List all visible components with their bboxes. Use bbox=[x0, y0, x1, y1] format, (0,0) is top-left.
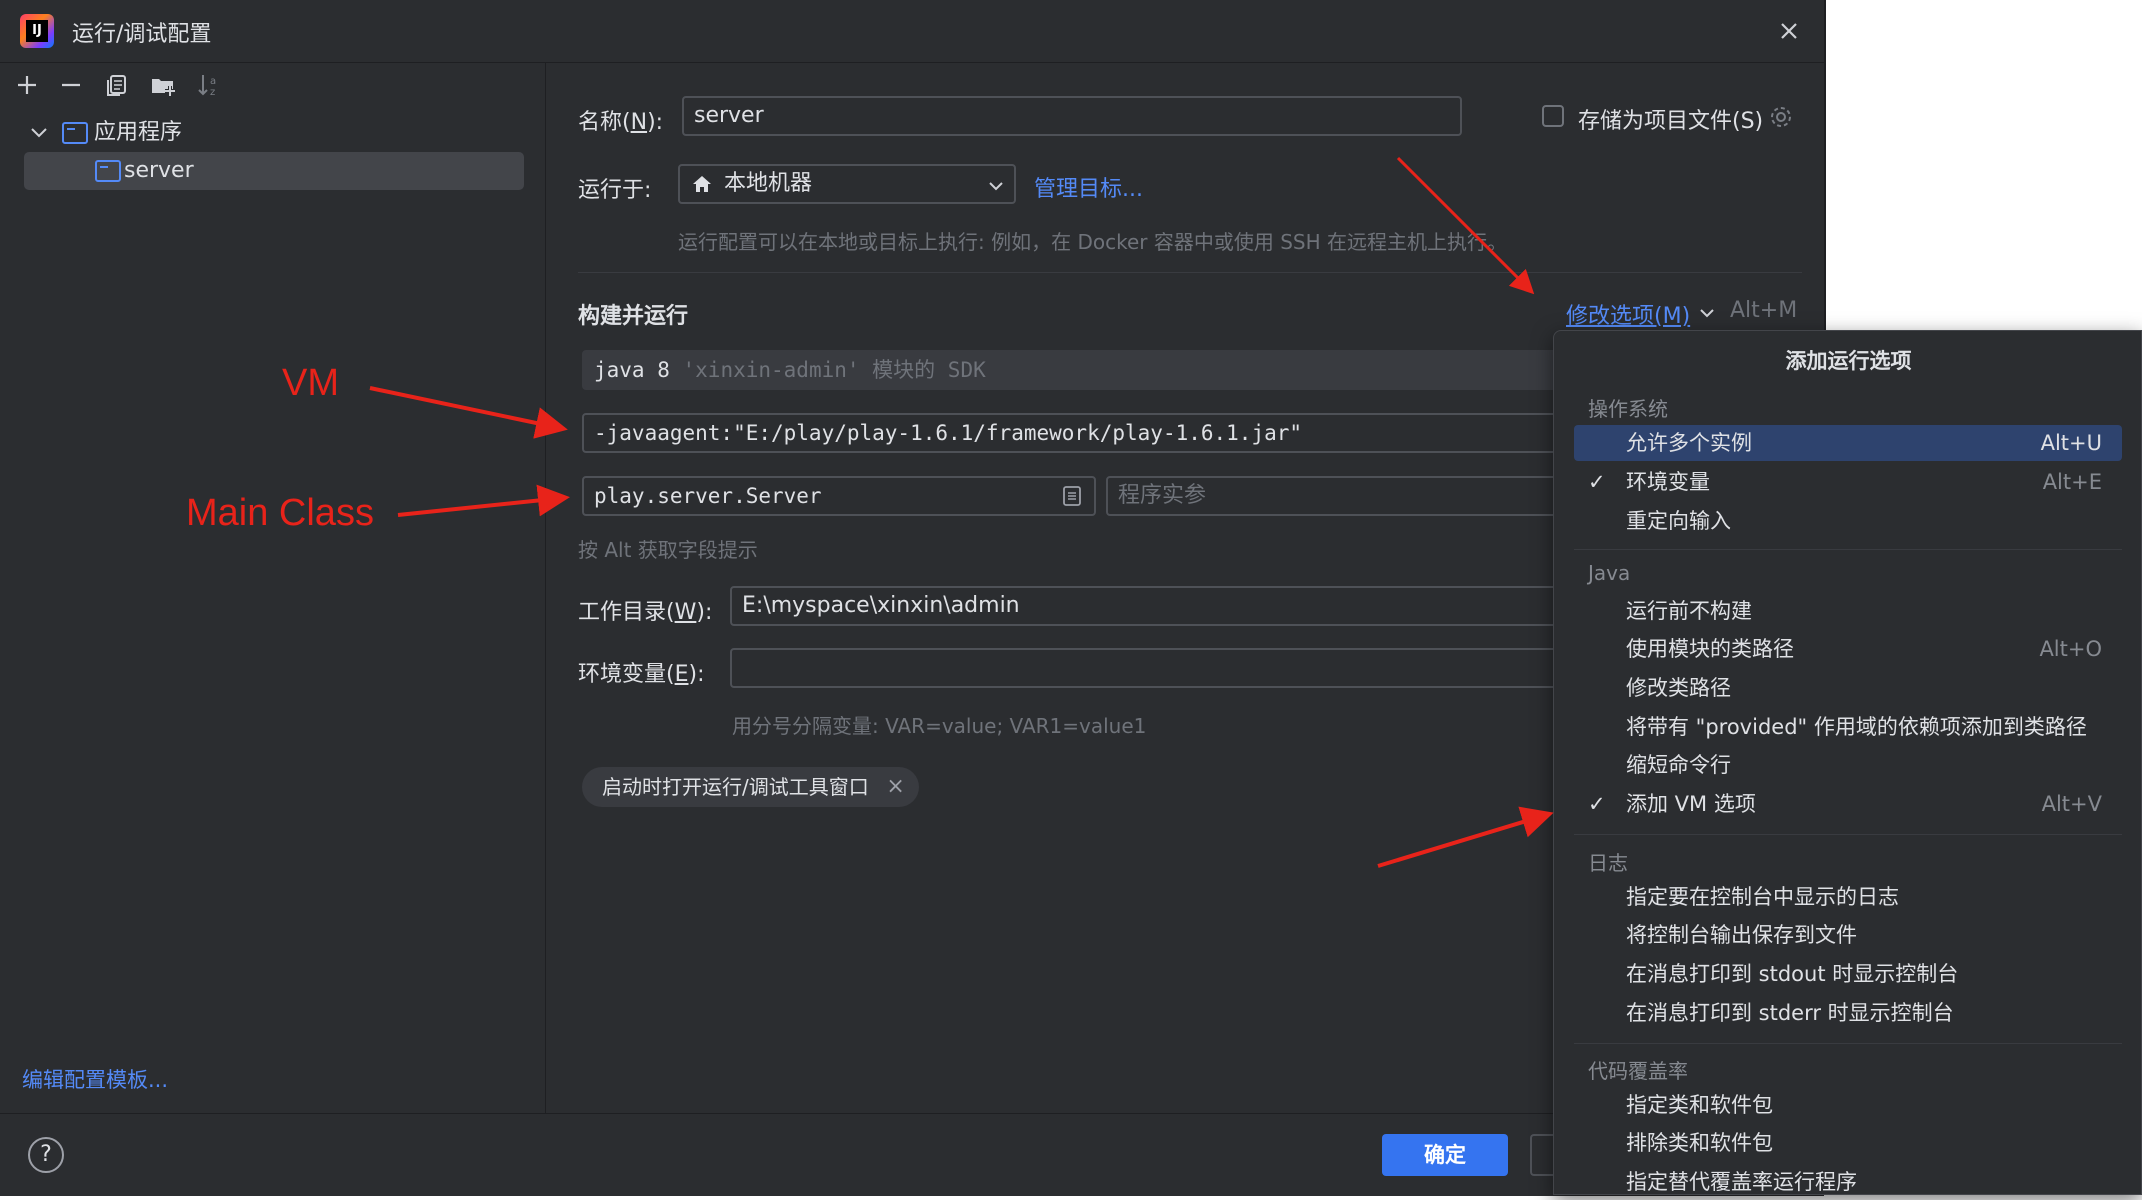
browse-icon[interactable] bbox=[1060, 484, 1084, 508]
option-allow-multiple-instances[interactable]: 允许多个实例 Alt+U bbox=[1574, 425, 2122, 461]
add-run-options-popup: 添加运行选项 操作系统 允许多个实例 Alt+U ✓ 环境变量 Alt+E 重定向输… bbox=[1553, 330, 2142, 1195]
help-button[interactable]: ? bbox=[28, 1137, 64, 1173]
divider bbox=[578, 272, 1802, 273]
name-label: 名称(N): bbox=[578, 110, 664, 135]
option-show-console-stderr[interactable]: 在消息打印到 stderr 时显示控制台 bbox=[1574, 995, 2122, 1031]
vm-options-input[interactable]: -javaagent:"E:/play/play-1.6.1/framework… bbox=[582, 413, 1582, 453]
modify-options-link[interactable]: 修改选项(M) bbox=[1566, 298, 1690, 330]
copy-icon[interactable] bbox=[100, 68, 134, 102]
option-use-module-classpath[interactable]: 使用模块的类路径 Alt+O bbox=[1574, 631, 2122, 667]
run-on-hint: 运行配置可以在本地或目标上执行: 例如，在 Docker 容器中或使用 SSH … bbox=[678, 230, 1507, 254]
environment-variables-label: 环境变量(E): bbox=[578, 662, 705, 687]
configurations-tree-panel bbox=[0, 63, 546, 1113]
run-on-value: 本地机器 bbox=[724, 171, 813, 196]
chevron-down-icon[interactable] bbox=[1696, 302, 1718, 324]
divider bbox=[1574, 834, 2122, 835]
option-specify-classes[interactable]: 指定类和软件包 bbox=[1574, 1087, 2122, 1123]
application-icon bbox=[62, 122, 88, 144]
check-icon: ✓ bbox=[1588, 470, 1606, 494]
run-on-label: 运行于: bbox=[578, 178, 652, 203]
modify-options-shortcut: Alt+M bbox=[1730, 298, 1798, 323]
program-arguments-input[interactable]: 程序实参 bbox=[1106, 476, 1582, 516]
remove-icon[interactable] bbox=[54, 68, 88, 102]
open-tool-window-chip: 启动时打开运行/调试工具窗口 × bbox=[582, 767, 919, 807]
option-shorten-command-line[interactable]: 缩短命令行 bbox=[1574, 747, 2122, 783]
manage-targets-link[interactable]: 管理目标... bbox=[1034, 171, 1143, 203]
tree-item-label: server bbox=[124, 158, 194, 183]
section-logs: 日志 bbox=[1588, 851, 1628, 875]
option-show-console-stdout[interactable]: 在消息打印到 stdout 时显示控制台 bbox=[1574, 956, 2122, 992]
new-folder-icon[interactable] bbox=[146, 68, 180, 102]
close-icon[interactable] bbox=[1772, 14, 1806, 48]
option-save-console-output[interactable]: 将控制台输出保存到文件 bbox=[1574, 917, 2122, 953]
main-class-input[interactable]: play.server.Server bbox=[582, 476, 1096, 516]
sort-icon[interactable]: az bbox=[192, 68, 226, 102]
svg-text:z: z bbox=[210, 87, 215, 98]
working-directory-input[interactable]: E:\myspace\xinxin\admin bbox=[730, 586, 1582, 626]
close-icon[interactable]: × bbox=[886, 767, 904, 807]
window-title: 运行/调试配置 bbox=[72, 22, 212, 47]
option-modify-classpath[interactable]: 修改类路径 bbox=[1574, 670, 2122, 706]
option-add-provided-dependencies[interactable]: 将带有 "provided" 作用域的依赖项添加到类路径 bbox=[1574, 709, 2122, 745]
divider bbox=[1574, 1043, 2122, 1044]
svg-text:a: a bbox=[210, 76, 216, 87]
check-icon: ✓ bbox=[1588, 792, 1606, 816]
option-exclude-classes[interactable]: 排除类和软件包 bbox=[1574, 1125, 2122, 1161]
option-environment-variables[interactable]: ✓ 环境变量 Alt+E bbox=[1574, 464, 2122, 500]
option-specify-logs[interactable]: 指定要在控制台中显示的日志 bbox=[1574, 879, 2122, 915]
option-do-not-build[interactable]: 运行前不构建 bbox=[1574, 593, 2122, 629]
build-and-run-title: 构建并运行 bbox=[578, 304, 689, 329]
chip-label: 启动时打开运行/调试工具窗口 bbox=[602, 775, 869, 799]
annotation-main-class: Main Class bbox=[186, 492, 374, 534]
title-bar: IJ 运行/调试配置 bbox=[0, 0, 1826, 63]
jre-value: java 8 bbox=[594, 358, 670, 382]
annotation-vm: VM bbox=[282, 362, 339, 404]
jre-hint: 'xinxin-admin' 模块的 SDK bbox=[682, 358, 986, 382]
option-redirect-input[interactable]: 重定向输入 bbox=[1574, 503, 2122, 539]
run-on-select[interactable]: 本地机器 bbox=[678, 164, 1016, 204]
ok-button[interactable]: 确定 bbox=[1382, 1134, 1508, 1176]
store-as-project-file-checkbox[interactable] bbox=[1542, 105, 1564, 127]
name-input[interactable]: server bbox=[682, 96, 1462, 136]
chevron-down-icon[interactable] bbox=[26, 120, 52, 146]
edit-templates-link[interactable]: 编辑配置模板... bbox=[22, 1064, 168, 1094]
tree-group-application[interactable]: 应用程序 bbox=[94, 114, 182, 152]
home-icon bbox=[690, 172, 714, 196]
section-java: Java bbox=[1588, 561, 1631, 585]
intellij-logo-icon: IJ bbox=[20, 14, 54, 48]
option-add-vm-options[interactable]: ✓ 添加 VM 选项 Alt+V bbox=[1574, 786, 2122, 822]
store-as-project-file-label: 存储为项目文件(S) bbox=[1578, 109, 1764, 134]
section-coverage: 代码覆盖率 bbox=[1588, 1059, 1688, 1083]
working-directory-label: 工作目录(W): bbox=[578, 600, 713, 625]
environment-variables-input[interactable] bbox=[730, 648, 1582, 688]
environment-variables-hint: 用分号分隔变量: VAR=value; VAR1=value1 bbox=[732, 714, 1147, 738]
divider bbox=[1574, 549, 2122, 550]
popup-title: 添加运行选项 bbox=[1785, 349, 1912, 373]
application-icon bbox=[95, 160, 121, 182]
add-icon[interactable] bbox=[10, 68, 44, 102]
jre-select[interactable]: java 8 'xinxin-admin' 模块的 SDK bbox=[582, 350, 1582, 390]
alt-hint: 按 Alt 获取字段提示 bbox=[578, 538, 758, 562]
chevron-down-icon[interactable] bbox=[984, 174, 1008, 198]
gear-icon[interactable] bbox=[1768, 104, 1794, 130]
section-os: 操作系统 bbox=[1588, 397, 1668, 421]
